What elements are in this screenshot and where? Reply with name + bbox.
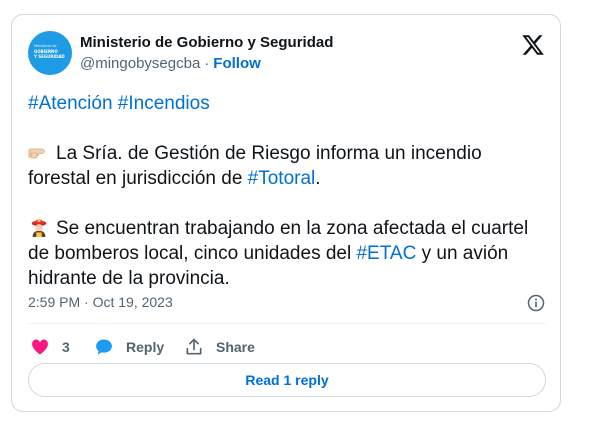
meta-separator: ·	[84, 294, 89, 310]
reply-button[interactable]: Reply	[94, 335, 164, 359]
hashtag-incendios[interactable]: #Incendios	[118, 93, 210, 114]
share-icon	[186, 338, 202, 355]
like-button[interactable]: 3	[30, 335, 70, 359]
avatar-logo: Ministerio de GOBIERNO Y SEGURIDAD	[34, 44, 65, 59]
tweet-text: #Atención #Incendios La Sría. de Gestión…	[28, 91, 548, 291]
tweet-paragraph-1: #Atención #Incendios	[28, 91, 548, 116]
tweet-card: Ministerio de GOBIERNO Y SEGURIDAD Minis…	[11, 14, 561, 412]
author-handle[interactable]: @mingobysegcba	[80, 55, 200, 72]
hashtag-atencion[interactable]: #Atención	[28, 93, 113, 114]
pointing-hand-icon	[28, 148, 45, 159]
share-button[interactable]: Share	[184, 335, 255, 359]
hashtag-totoral[interactable]: #Totoral	[248, 168, 316, 189]
like-count: 3	[62, 339, 70, 355]
read-replies-button[interactable]: Read 1 reply	[28, 363, 546, 397]
tweet-header: Ministerio de GOBIERNO Y SEGURIDAD Minis…	[28, 31, 546, 75]
tweet-paragraph-3: Se encuentran trabajando en la zona afec…	[28, 216, 548, 291]
divider	[28, 323, 546, 324]
tweet-actions: 3 Reply Share	[28, 335, 546, 359]
tweet-text-2-tail: .	[315, 168, 321, 189]
info-icon[interactable]	[526, 293, 546, 313]
hashtag-etac[interactable]: #ETAC	[356, 243, 416, 264]
reply-label: Reply	[126, 339, 165, 355]
timestamp[interactable]: 2:59 PM · Oct 19, 2023	[28, 294, 173, 310]
share-label: Share	[216, 339, 255, 355]
tweet-meta: 2:59 PM · Oct 19, 2023	[28, 293, 546, 313]
avatar[interactable]: Ministerio de GOBIERNO Y SEGURIDAD	[28, 31, 72, 75]
read-replies-label: Read 1 reply	[245, 372, 329, 388]
handle-line: @mingobysegcba · Follow	[80, 55, 261, 72]
separator-dot: ·	[204, 55, 210, 72]
firefighter-icon	[31, 219, 47, 237]
reply-bubble-icon	[96, 339, 112, 355]
x-logo-icon[interactable]	[520, 33, 546, 57]
heart-icon	[32, 339, 48, 355]
tweet-paragraph-2: La Sría. de Gestión de Riesgo informa un…	[28, 141, 548, 191]
date: Oct 19, 2023	[92, 294, 173, 310]
time: 2:59 PM	[28, 294, 81, 310]
follow-button[interactable]: Follow	[213, 55, 261, 72]
author-name[interactable]: Ministerio de Gobierno y Seguridad	[80, 34, 333, 51]
